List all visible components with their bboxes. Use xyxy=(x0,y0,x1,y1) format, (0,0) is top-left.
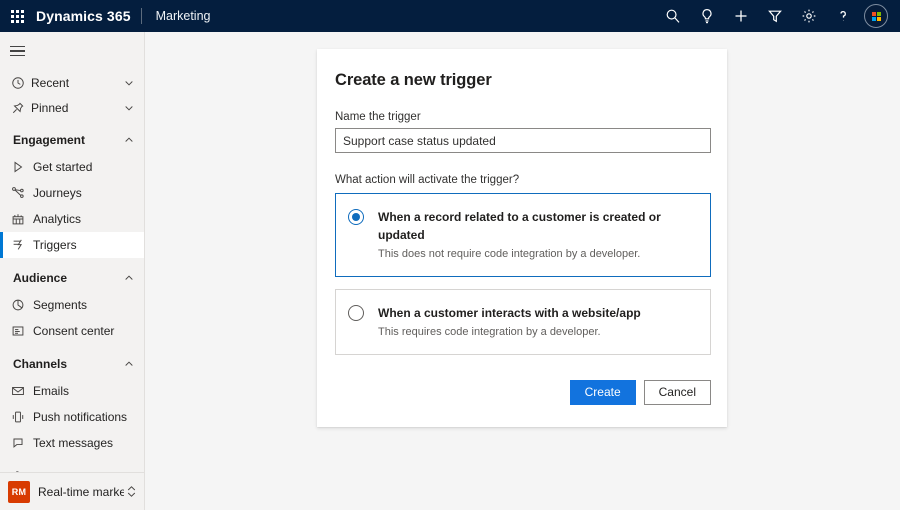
cancel-button[interactable]: Cancel xyxy=(644,380,711,405)
waffle-grid xyxy=(11,10,24,23)
hamburger-icon xyxy=(10,43,25,60)
sidebar-group-label: Engagement xyxy=(13,133,122,147)
sidebar-group-label: Channels xyxy=(13,357,122,371)
sidebar-group-audience[interactable]: Audience xyxy=(0,264,144,292)
app-name-label: Marketing xyxy=(142,9,211,23)
trigger-option-record-based[interactable]: When a record related to a customer is c… xyxy=(335,193,711,277)
plus-icon[interactable] xyxy=(724,0,758,32)
consent-icon xyxy=(11,324,33,338)
dialog-title: Create a new trigger xyxy=(335,71,709,90)
sidebar-group-assets[interactable]: Assets xyxy=(0,462,144,472)
top-navigation-bar: Dynamics 365 Marketing xyxy=(0,0,900,32)
dialog-actions: Create Cancel xyxy=(335,380,711,405)
area-switcher[interactable]: RM Real-time marketi... xyxy=(0,472,144,510)
question-icon[interactable] xyxy=(826,0,860,32)
sidebar-item-label: Consent center xyxy=(33,324,136,338)
brand-title: Dynamics 365 xyxy=(34,8,141,24)
clock-icon xyxy=(11,76,31,90)
filter-icon[interactable] xyxy=(758,0,792,32)
sidebar-item-label: Get started xyxy=(33,160,136,174)
search-icon[interactable] xyxy=(656,0,690,32)
sidebar-item-label: Recent xyxy=(31,76,122,90)
app-root: Dynamics 365 Marketing xyxy=(0,0,900,510)
create-button[interactable]: Create xyxy=(570,380,636,405)
sidebar-item-label: Triggers xyxy=(33,238,136,252)
sidebar: Recent Pinned xyxy=(0,32,145,510)
area-switcher-label: Real-time marketi... xyxy=(30,485,124,499)
sidebar-item-consent-center[interactable]: Consent center xyxy=(0,318,144,344)
create-trigger-dialog: Create a new trigger Name the trigger Wh… xyxy=(317,49,727,427)
sidebar-item-analytics[interactable]: Analytics xyxy=(0,206,144,232)
trigger-action-label: What action will activate the trigger? xyxy=(335,174,709,186)
sidebar-group-engagement[interactable]: Engagement xyxy=(0,126,144,154)
sidebar-item-emails[interactable]: Emails xyxy=(0,378,144,404)
area-badge: RM xyxy=(8,481,30,503)
sidebar-item-triggers[interactable]: Triggers xyxy=(0,232,144,258)
sidebar-nav: Recent Pinned xyxy=(0,70,144,472)
sidebar-item-recent[interactable]: Recent xyxy=(0,70,144,95)
avatar[interactable] xyxy=(864,4,888,28)
chevron-updown-icon[interactable] xyxy=(124,485,138,498)
avatar-logo-icon xyxy=(872,12,881,21)
sidebar-item-label: Analytics xyxy=(33,212,136,226)
option-title: When a customer interacts with a website… xyxy=(378,306,641,320)
trigger-option-interaction-based[interactable]: When a customer interacts with a website… xyxy=(335,289,711,355)
sidebar-group-label: Audience xyxy=(13,271,122,285)
email-icon xyxy=(11,384,33,398)
sidebar-item-label: Emails xyxy=(33,384,136,398)
trigger-name-label: Name the trigger xyxy=(335,111,709,123)
segments-icon xyxy=(11,298,33,312)
push-icon xyxy=(11,410,33,424)
main-content: Create a new trigger Name the trigger Wh… xyxy=(145,32,900,510)
lightbulb-icon[interactable] xyxy=(690,0,724,32)
triggers-icon xyxy=(11,238,33,252)
option-title: When a record related to a customer is c… xyxy=(378,210,661,242)
sidebar-item-text-messages[interactable]: Text messages xyxy=(0,430,144,456)
sidebar-item-journeys[interactable]: Journeys xyxy=(0,180,144,206)
radio-button-interaction-based[interactable] xyxy=(348,305,364,321)
sidebar-group-channels[interactable]: Channels xyxy=(0,350,144,378)
sidebar-item-label: Pinned xyxy=(31,101,122,115)
sidebar-item-label: Journeys xyxy=(33,186,136,200)
journeys-icon xyxy=(11,186,33,200)
chevron-up-icon[interactable] xyxy=(122,273,136,283)
sidebar-item-get-started[interactable]: Get started xyxy=(0,154,144,180)
chevron-down-icon[interactable] xyxy=(122,103,136,113)
option-text: When a record related to a customer is c… xyxy=(378,208,696,262)
app-body: Recent Pinned xyxy=(0,32,900,510)
option-description: This does not require code integration b… xyxy=(378,247,696,262)
gear-icon[interactable] xyxy=(792,0,826,32)
sitemap-toggle-icon[interactable] xyxy=(0,32,144,70)
top-bar-actions xyxy=(656,0,894,32)
chevron-up-icon[interactable] xyxy=(122,135,136,145)
pin-icon xyxy=(11,101,31,115)
sms-icon xyxy=(11,436,33,450)
chevron-up-icon[interactable] xyxy=(122,359,136,369)
sidebar-item-label: Push notifications xyxy=(33,410,136,424)
sidebar-item-label: Segments xyxy=(33,298,136,312)
play-icon xyxy=(11,160,33,174)
option-description: This requires code integration by a deve… xyxy=(378,325,696,340)
sidebar-item-pinned[interactable]: Pinned xyxy=(0,95,144,120)
sidebar-item-push-notifications[interactable]: Push notifications xyxy=(0,404,144,430)
chevron-down-icon[interactable] xyxy=(122,78,136,88)
sidebar-item-label: Text messages xyxy=(33,436,136,450)
analytics-icon xyxy=(11,212,33,226)
trigger-name-input[interactable] xyxy=(335,128,711,153)
option-text: When a customer interacts with a website… xyxy=(378,304,696,340)
sidebar-item-segments[interactable]: Segments xyxy=(0,292,144,318)
app-launcher-icon[interactable] xyxy=(0,0,34,32)
radio-button-record-based[interactable] xyxy=(348,209,364,225)
